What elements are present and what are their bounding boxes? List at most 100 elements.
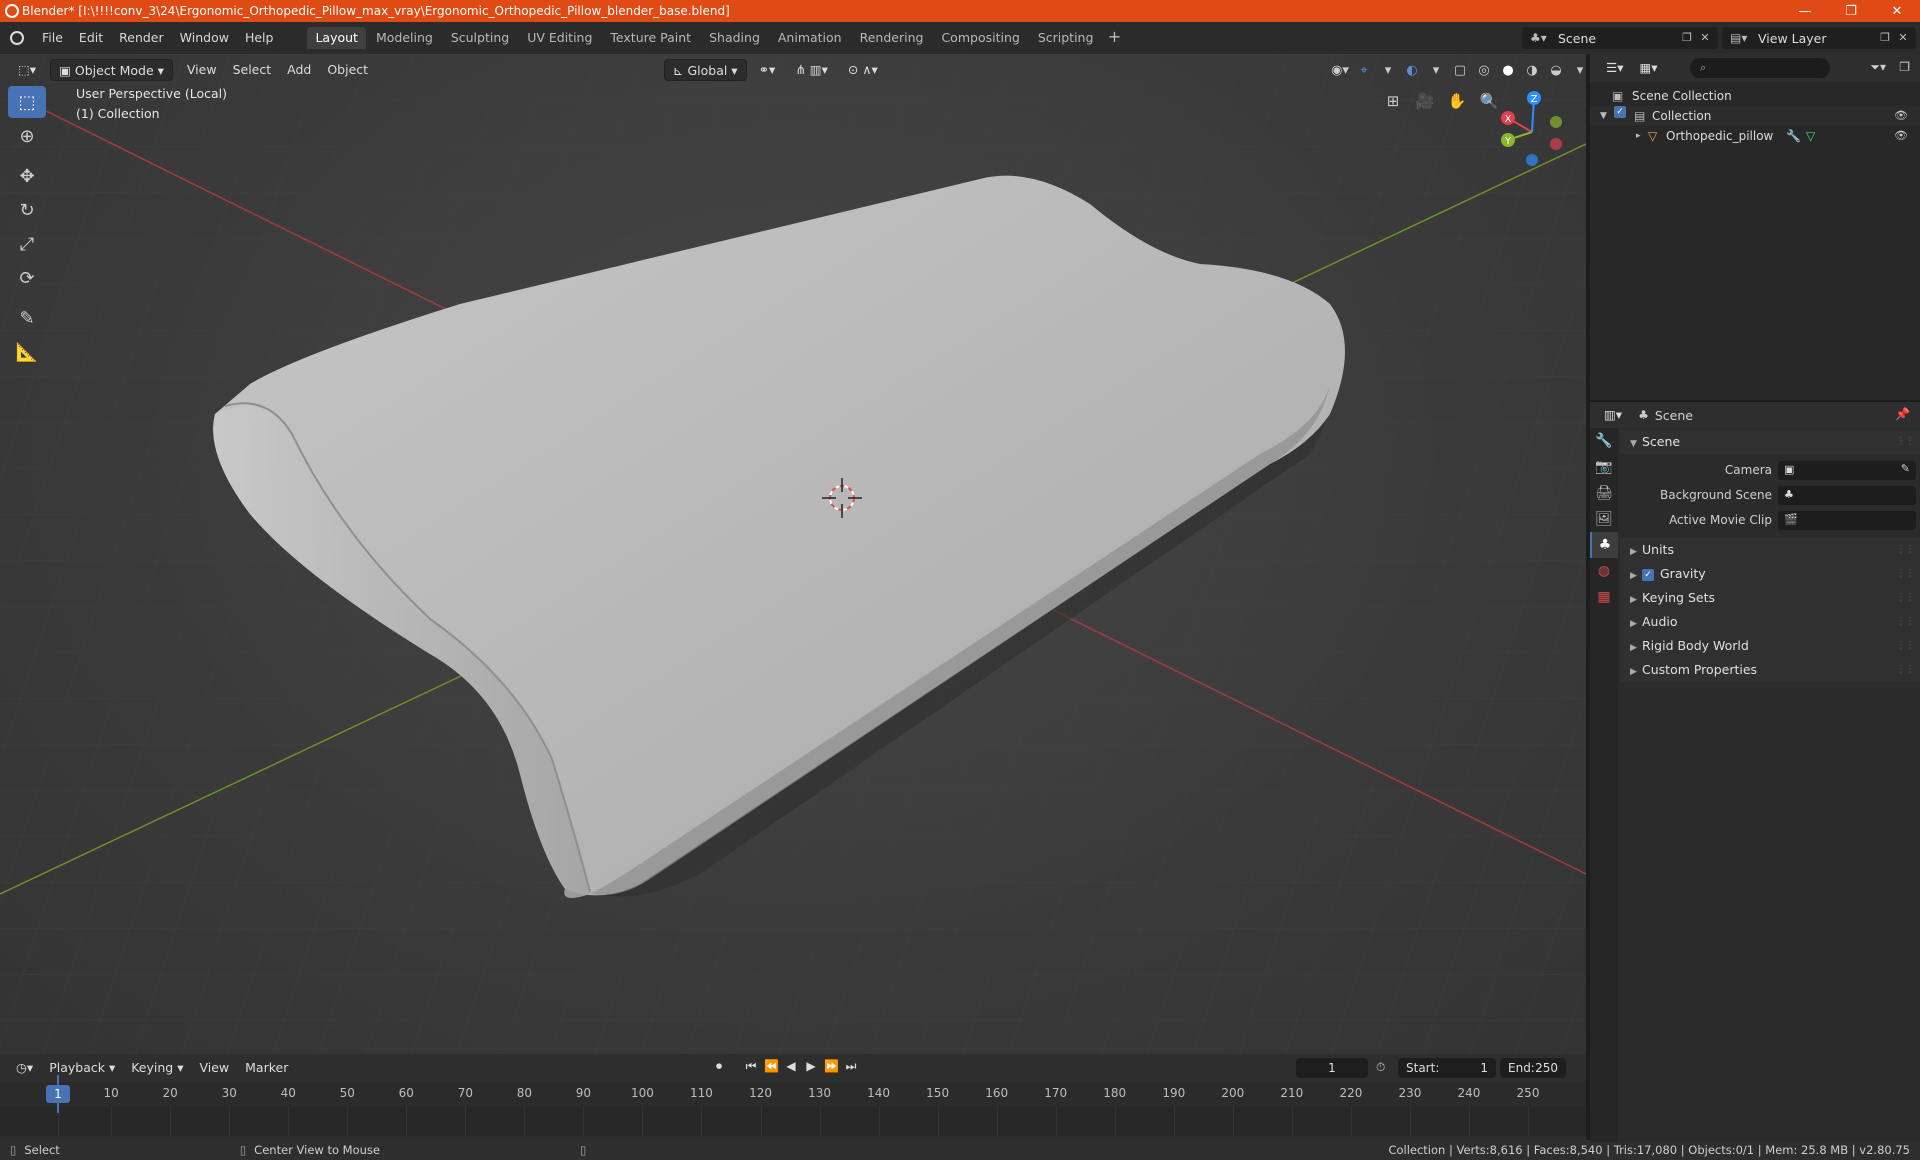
xray-icon[interactable]: ▢ bbox=[1450, 59, 1470, 81]
menu-playback[interactable]: Playback ▾ bbox=[41, 1057, 123, 1079]
end-frame-field[interactable]: End: 250 bbox=[1500, 1058, 1566, 1078]
render-tab-icon[interactable]: 📷 bbox=[1590, 454, 1618, 480]
visibility-icon[interactable]: ◉▾ bbox=[1330, 59, 1350, 81]
snap-icon[interactable]: ⋔ ▥▾ bbox=[787, 59, 836, 81]
overlay-dropdown-icon[interactable]: ▾ bbox=[1426, 59, 1446, 81]
navigation-gizmo[interactable]: X Y Z bbox=[1496, 88, 1584, 176]
menu-keying[interactable]: Keying ▾ bbox=[123, 1057, 191, 1079]
gravity-panel-header[interactable]: ▶ ✓ Gravity ⋮⋮ bbox=[1620, 562, 1920, 586]
tool-tab-icon[interactable]: 🔧 bbox=[1590, 428, 1618, 454]
gizmo-toggle-icon[interactable]: ⌖ bbox=[1354, 59, 1374, 81]
jump-keyframe-back-icon[interactable]: ⏪ bbox=[764, 1059, 779, 1074]
menu-render[interactable]: Render bbox=[111, 27, 172, 49]
timeline-editor[interactable]: ◷▾ Playback ▾ Keying ▾ View Marker ⏺ ⏮ ⏪… bbox=[0, 1054, 1586, 1140]
view-layer-selector[interactable]: ▤▾ View Layer ❐ ✕ bbox=[1722, 27, 1916, 49]
overlay-toggle-icon[interactable]: ◐ bbox=[1402, 59, 1422, 81]
eye-icon[interactable]: 👁 bbox=[1894, 106, 1908, 126]
custom-properties-panel-header[interactable]: ▶ Custom Properties ⋮⋮ bbox=[1620, 658, 1920, 682]
tab-compositing[interactable]: Compositing bbox=[933, 27, 1027, 49]
annotate-icon[interactable]: ✎ bbox=[8, 302, 46, 334]
tab-layout[interactable]: Layout bbox=[307, 27, 366, 49]
active-movie-clip-field[interactable]: 🎬 bbox=[1778, 511, 1916, 530]
output-tab-icon[interactable]: 🖨 bbox=[1590, 480, 1618, 506]
drag-handle-icon[interactable]: ⋮⋮ bbox=[1896, 430, 1915, 454]
cursor-icon[interactable]: ⊕ bbox=[8, 120, 46, 152]
gizmo-neg-x-ball[interactable] bbox=[1550, 138, 1562, 150]
play-reverse-icon[interactable]: ◀ bbox=[784, 1059, 798, 1074]
outliner-search-input[interactable]: ⌕ bbox=[1690, 58, 1830, 78]
drag-handle-icon[interactable]: ⋮⋮ bbox=[1896, 634, 1915, 658]
rotate-icon[interactable]: ↻ bbox=[8, 194, 46, 226]
shading-dropdown-icon[interactable]: ▾ bbox=[1570, 59, 1586, 81]
gravity-checkbox[interactable]: ✓ bbox=[1642, 568, 1654, 581]
expand-arrow-icon[interactable]: ▸ bbox=[1636, 126, 1641, 146]
preview-range-icon[interactable]: ⏱ bbox=[1376, 1060, 1385, 1075]
menu-edit[interactable]: Edit bbox=[71, 27, 111, 49]
delete-scene-icon[interactable]: ✕ bbox=[1698, 31, 1712, 45]
maximize-button[interactable]: ❐ bbox=[1828, 0, 1874, 22]
timeline-track[interactable] bbox=[0, 1106, 1586, 1136]
perspective-toggle-icon[interactable]: ⊞ bbox=[1380, 88, 1406, 114]
view-layer-tab-icon[interactable]: 🖼 bbox=[1590, 506, 1618, 532]
transform-icon[interactable]: ⟳ bbox=[8, 262, 46, 294]
start-frame-field[interactable]: Start: 1 bbox=[1398, 1058, 1496, 1078]
eye-icon[interactable]: 👁 bbox=[1894, 126, 1908, 146]
outliner-row-scene-collection[interactable]: ▣ Scene Collection bbox=[1590, 86, 1920, 106]
world-tab-icon[interactable]: ◍ bbox=[1590, 558, 1618, 584]
tab-rendering[interactable]: Rendering bbox=[852, 27, 932, 49]
gizmo-neg-y-ball[interactable] bbox=[1550, 116, 1562, 128]
timeline-editor-type-icon[interactable]: ◷▾ bbox=[8, 1057, 41, 1079]
eyedropper-icon[interactable]: ✎ bbox=[1901, 462, 1910, 475]
close-button[interactable]: ✕ bbox=[1874, 0, 1920, 22]
tab-scripting[interactable]: Scripting bbox=[1030, 27, 1102, 49]
new-view-layer-icon[interactable]: ❐ bbox=[1878, 31, 1892, 45]
minimize-button[interactable]: — bbox=[1782, 0, 1828, 22]
menu-add[interactable]: Add bbox=[279, 59, 319, 81]
editor-type-icon[interactable]: ⬚▾ bbox=[10, 59, 44, 81]
outliner-editor[interactable]: ☰▾ ▦▾ ⌕ ⏷▾ ❐ ▣ Scene Collection ▼ ✓ ▤ Co… bbox=[1590, 54, 1920, 400]
drag-handle-icon[interactable]: ⋮⋮ bbox=[1896, 586, 1915, 610]
drag-handle-icon[interactable]: ⋮⋮ bbox=[1896, 538, 1915, 562]
menu-help[interactable]: Help bbox=[237, 27, 282, 49]
menu-window[interactable]: Window bbox=[172, 27, 237, 49]
playhead-frame-badge[interactable]: 1 bbox=[46, 1085, 70, 1103]
new-scene-icon[interactable]: ❐ bbox=[1680, 31, 1694, 45]
menu-timeline-view[interactable]: View bbox=[191, 1057, 237, 1079]
add-workspace-button[interactable]: + bbox=[1103, 27, 1125, 49]
jump-start-icon[interactable]: ⏮ bbox=[744, 1059, 758, 1074]
menu-object[interactable]: Object bbox=[319, 59, 376, 81]
outliner-editor-type-icon[interactable]: ☰▾ bbox=[1598, 57, 1631, 79]
camera-field[interactable]: ▣ ✎ bbox=[1778, 461, 1916, 480]
scene-selector[interactable]: ♣▾ Scene ❐ ✕ bbox=[1522, 27, 1718, 49]
scale-icon[interactable]: ⤢ bbox=[8, 228, 46, 260]
drag-handle-icon[interactable]: ⋮⋮ bbox=[1896, 610, 1915, 634]
move-icon[interactable]: ✥ bbox=[8, 160, 46, 192]
pin-icon[interactable]: 📌 bbox=[1895, 407, 1910, 421]
proportional-editing-icon[interactable]: ⊙ ∧▾ bbox=[840, 59, 886, 81]
solid-shading-icon[interactable]: ● bbox=[1498, 59, 1518, 81]
outliner-display-mode-icon[interactable]: ▦▾ bbox=[1631, 57, 1665, 79]
rigid-body-world-panel-header[interactable]: ▶ Rigid Body World ⋮⋮ bbox=[1620, 634, 1920, 658]
play-icon[interactable]: ▶ bbox=[804, 1059, 818, 1074]
drag-handle-icon[interactable]: ⋮⋮ bbox=[1896, 562, 1915, 586]
wireframe-shading-icon[interactable]: ◎ bbox=[1474, 59, 1494, 81]
units-panel-header[interactable]: ▶ Units ⋮⋮ bbox=[1620, 538, 1920, 562]
outliner-filter-icon[interactable]: ⏷▾ bbox=[1870, 60, 1886, 75]
3d-viewport[interactable]: ⬚▾ ▣ Object Mode ▾ View Select Add Objec… bbox=[0, 54, 1586, 1054]
tab-texture-paint[interactable]: Texture Paint bbox=[602, 27, 699, 49]
select-box-icon[interactable]: ⬚ bbox=[8, 86, 46, 118]
auto-keying-icon[interactable]: ⏺ bbox=[712, 1059, 726, 1074]
modifier-wrench-icon[interactable]: 🔧 bbox=[1786, 126, 1801, 146]
gizmo-dropdown-icon[interactable]: ▾ bbox=[1378, 59, 1398, 81]
blender-menu-icon[interactable] bbox=[0, 22, 34, 54]
collection-exclude-checkbox[interactable]: ✓ bbox=[1614, 106, 1626, 118]
pivot-point-icon[interactable]: ⚭▾ bbox=[751, 59, 784, 81]
rendered-shading-icon[interactable]: ◒ bbox=[1546, 59, 1566, 81]
tab-shading[interactable]: Shading bbox=[701, 27, 768, 49]
audio-panel-header[interactable]: ▶ Audio ⋮⋮ bbox=[1620, 610, 1920, 634]
gizmo-neg-z-ball[interactable] bbox=[1526, 154, 1538, 166]
drag-handle-icon[interactable]: ⋮⋮ bbox=[1896, 658, 1915, 682]
measure-icon[interactable]: 📐 bbox=[8, 336, 46, 368]
properties-editor[interactable]: ▥▾ ♣ Scene 📌 🔧 📷 🖨 🖼 ♣ ◍ ▦ ▼ Scene ⋮⋮ Cam… bbox=[1590, 400, 1920, 1142]
material-shading-icon[interactable]: ◑ bbox=[1522, 59, 1542, 81]
